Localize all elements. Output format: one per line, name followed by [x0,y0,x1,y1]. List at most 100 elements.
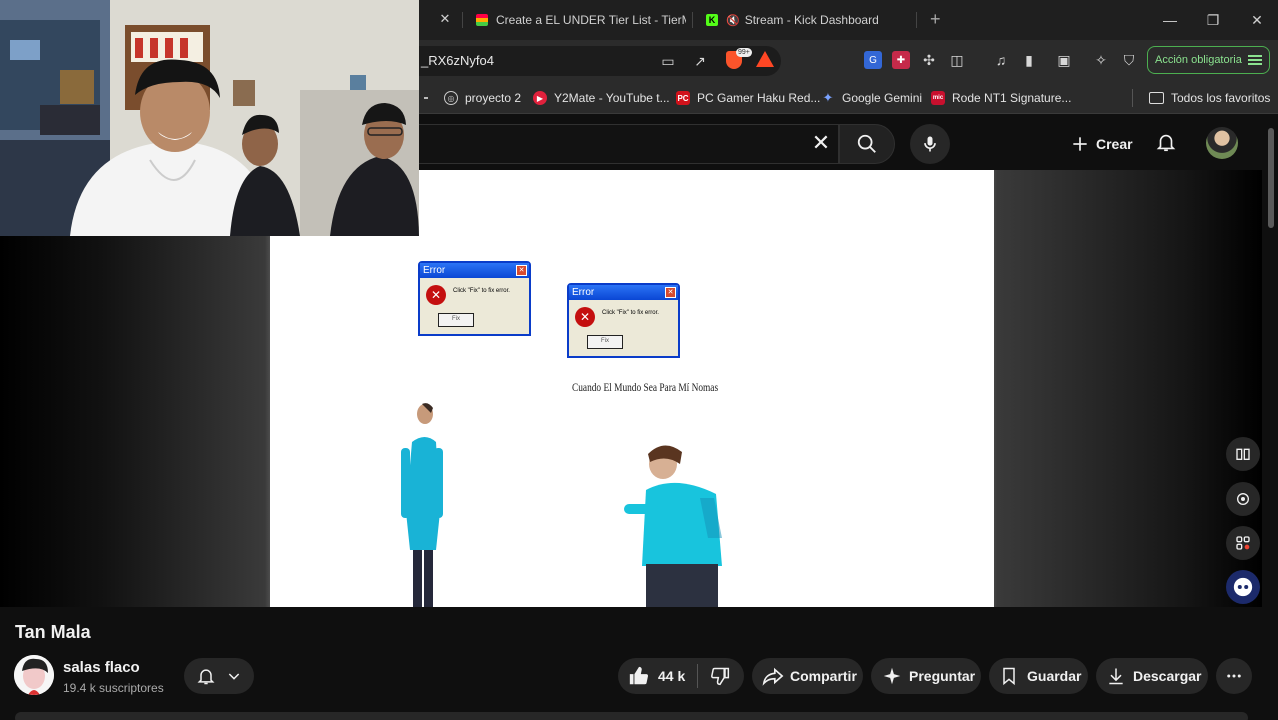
thumbs-up-icon [629,666,649,685]
more-actions-button[interactable] [1216,658,1252,694]
tab-label: Create a EL UNDER Tier List - TierMaker [496,13,686,27]
fix-button: Fix [438,313,474,327]
rode-icon: mic [931,91,945,105]
brave-badge: 99+ [736,48,752,57]
more-horizontal-icon [1227,674,1241,678]
globe-icon: ◎ [444,91,458,105]
account-avatar[interactable] [1206,127,1238,159]
share-arrow-icon [762,667,784,686]
search-button[interactable] [839,124,895,164]
ask-button[interactable]: Preguntar [871,658,981,694]
like-dislike-group: 44 k [618,658,744,694]
page-scrollbar[interactable] [1268,128,1274,228]
subscription-bell-button[interactable] [184,658,254,694]
error-dialog: Error ✕ ✕ Click "Fix" to fix error. Fix [567,283,680,358]
like-button[interactable]: 44 k [628,664,699,688]
url-text: _RX6zNyfo4 [421,53,494,68]
like-count: 44 k [658,668,686,684]
wallet-icon[interactable]: ▣ [1055,51,1073,69]
translate-icon[interactable]: G [864,51,882,69]
create-button[interactable]: Crear [1058,126,1145,162]
cast-icon[interactable]: ▭ [659,52,677,70]
bookmark-pc-gamer[interactable]: PC PC Gamer Haku Red... [676,89,820,107]
assistant-face-icon [1233,577,1253,597]
restore-icon[interactable]: ❐ [1203,10,1223,30]
plus-icon [1073,137,1087,151]
channel-avatar-image [14,655,54,695]
media-icon[interactable]: ♫ [992,51,1010,69]
screenshot-icon[interactable]: ◫ [948,51,966,69]
all-bookmarks-label: Todos los favoritos [1171,91,1271,105]
gemini-icon: ✦ [822,90,834,105]
bookmark-label: proyecto 2 [465,91,522,105]
dislike-button[interactable] [698,666,730,686]
error-title: Error [423,265,446,276]
chapters-button[interactable] [1226,437,1260,471]
close-window-icon[interactable]: ✕ [1247,10,1267,30]
apps-button[interactable] [1226,526,1260,560]
broadcast-button[interactable] [1226,482,1260,516]
action-required-label: Acción obligatoria [1155,54,1242,66]
webcam-feed [0,0,419,236]
bookmark-label: Rode NT1 Signature... [952,91,1072,105]
clear-search-icon[interactable]: ✕ [808,130,834,156]
bookmark-label: Y2Mate - YouTube t... [554,91,670,105]
broadcast-icon [1237,493,1249,505]
video-title: Tan Mala [15,622,91,642]
minimize-icon[interactable]: — [1160,10,1180,30]
bookmark-icon [1003,667,1015,686]
extension-red-icon[interactable]: ✚ [892,51,910,69]
error-dialog: Error ✕ ✕ Click "Fix" to fix error. Fix [418,261,531,336]
kick-icon: K [706,14,718,26]
save-button[interactable]: Guardar [989,658,1088,694]
y2mate-icon: ▶ [533,91,547,105]
bell-icon [197,669,215,685]
notifications-button[interactable] [1152,128,1180,156]
ask-label: Preguntar [909,668,976,684]
error-title: Error [572,287,595,298]
screen: ✕ Create a EL UNDER Tier List - TierMake… [0,0,1278,720]
assistant-button[interactable] [1226,570,1260,604]
extensions-puzzle-icon[interactable]: ✣ [920,51,938,69]
search-input[interactable] [419,124,839,164]
close-icon: ✕ [665,287,676,298]
tab-separator [462,12,463,28]
save-label: Guardar [1027,668,1082,684]
person-figure [624,445,722,607]
channel-avatar[interactable] [14,655,54,695]
sidebar-icon[interactable]: ▮ [1020,51,1038,69]
error-message: Click "Fix" to fix error. [453,288,510,294]
tab-kick-dashboard[interactable]: K 🔇 Stream - Kick Dashboard [706,8,906,32]
vpn-shield-icon[interactable]: ⛉ [1120,51,1138,69]
thumbs-down-icon [711,667,730,686]
error-icon: ✕ [575,307,595,327]
muted-speaker-icon[interactable]: 🔇 [726,14,740,27]
new-tab-icon[interactable]: + [930,9,941,29]
bookmark-y2mate[interactable]: ▶ Y2Mate - YouTube t... [533,89,670,107]
tab-tiermaker[interactable]: Create a EL UNDER Tier List - TierMaker [476,8,686,32]
all-bookmarks[interactable]: Todos los favoritos [1149,89,1270,107]
close-tab-icon[interactable]: ✕ [436,10,454,28]
download-button[interactable]: Descargar [1096,658,1208,694]
create-label: Crear [1096,136,1133,152]
sparkle-icon [883,667,901,685]
menu-icon [1247,55,1262,65]
leo-ai-icon[interactable]: ✧ [1092,51,1110,69]
bookmark-google-gemini[interactable]: ✦ Google Gemini [821,89,923,107]
share-button[interactable]: Compartir [752,658,863,694]
chevron-down-icon [228,673,240,680]
description-box[interactable] [15,712,1248,720]
search-icon [857,134,876,153]
voice-search-button[interactable] [910,124,950,164]
download-icon [1109,668,1123,685]
action-required-button[interactable]: Acción obligatoria [1147,46,1270,74]
tab-separator [916,12,917,28]
share-icon[interactable]: ↗ [691,52,709,70]
channel-name[interactable]: salas flaco [63,659,140,676]
subscriber-count: 19.4 k suscriptores [63,681,164,695]
download-label: Descargar [1133,668,1202,684]
bookmark-rode[interactable]: mic Rode NT1 Signature... [931,89,1071,107]
brave-rewards-icon[interactable] [756,51,774,67]
error-icon: ✕ [426,285,446,305]
bookmark-proyecto-2[interactable]: ◎ proyecto 2 [444,89,521,107]
